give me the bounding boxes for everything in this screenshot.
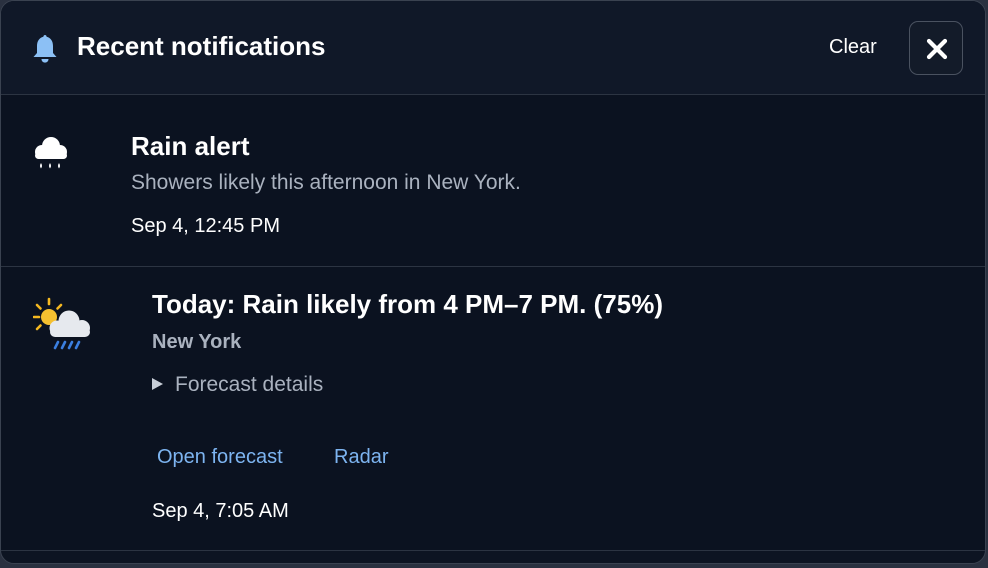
radar-link[interactable]: Radar: [334, 445, 388, 469]
notifications-panel: Recent notifications Clear Rain alert Sh…: [0, 0, 986, 564]
open-forecast-link[interactable]: Open forecast: [157, 445, 283, 469]
disclosure-triangle-icon: [152, 378, 163, 390]
notification-time: Sep 4, 12:45 PM: [131, 215, 280, 237]
sun-behind-rain-cloud-icon: [33, 297, 90, 350]
clear-button[interactable]: Clear: [815, 33, 891, 61]
notification-time: Sep 4, 7:05 AM: [152, 500, 289, 522]
forecast-details-label: Forecast details: [175, 373, 324, 396]
notification-message: Showers likely this afternoon in New Yor…: [131, 171, 521, 194]
cloud-rain-icon: [35, 137, 67, 169]
notification-title: Today: Rain likely from 4 PM–7 PM. (75%): [152, 289, 663, 319]
notification-item[interactable]: Rain alert Showers likely this afternoon…: [1, 95, 985, 267]
forecast-details-toggle[interactable]: Forecast details: [152, 372, 323, 398]
close-icon: [926, 38, 948, 60]
panel-header: Recent notifications Clear: [1, 1, 985, 95]
close-button[interactable]: [909, 21, 963, 75]
notification-item[interactable]: Today: Rain likely from 4 PM–7 PM. (75%)…: [1, 267, 985, 551]
panel-title: Recent notifications: [77, 31, 326, 61]
notification-location: New York: [152, 331, 242, 353]
bell-icon: [33, 35, 57, 63]
notification-title: Rain alert: [131, 131, 250, 161]
